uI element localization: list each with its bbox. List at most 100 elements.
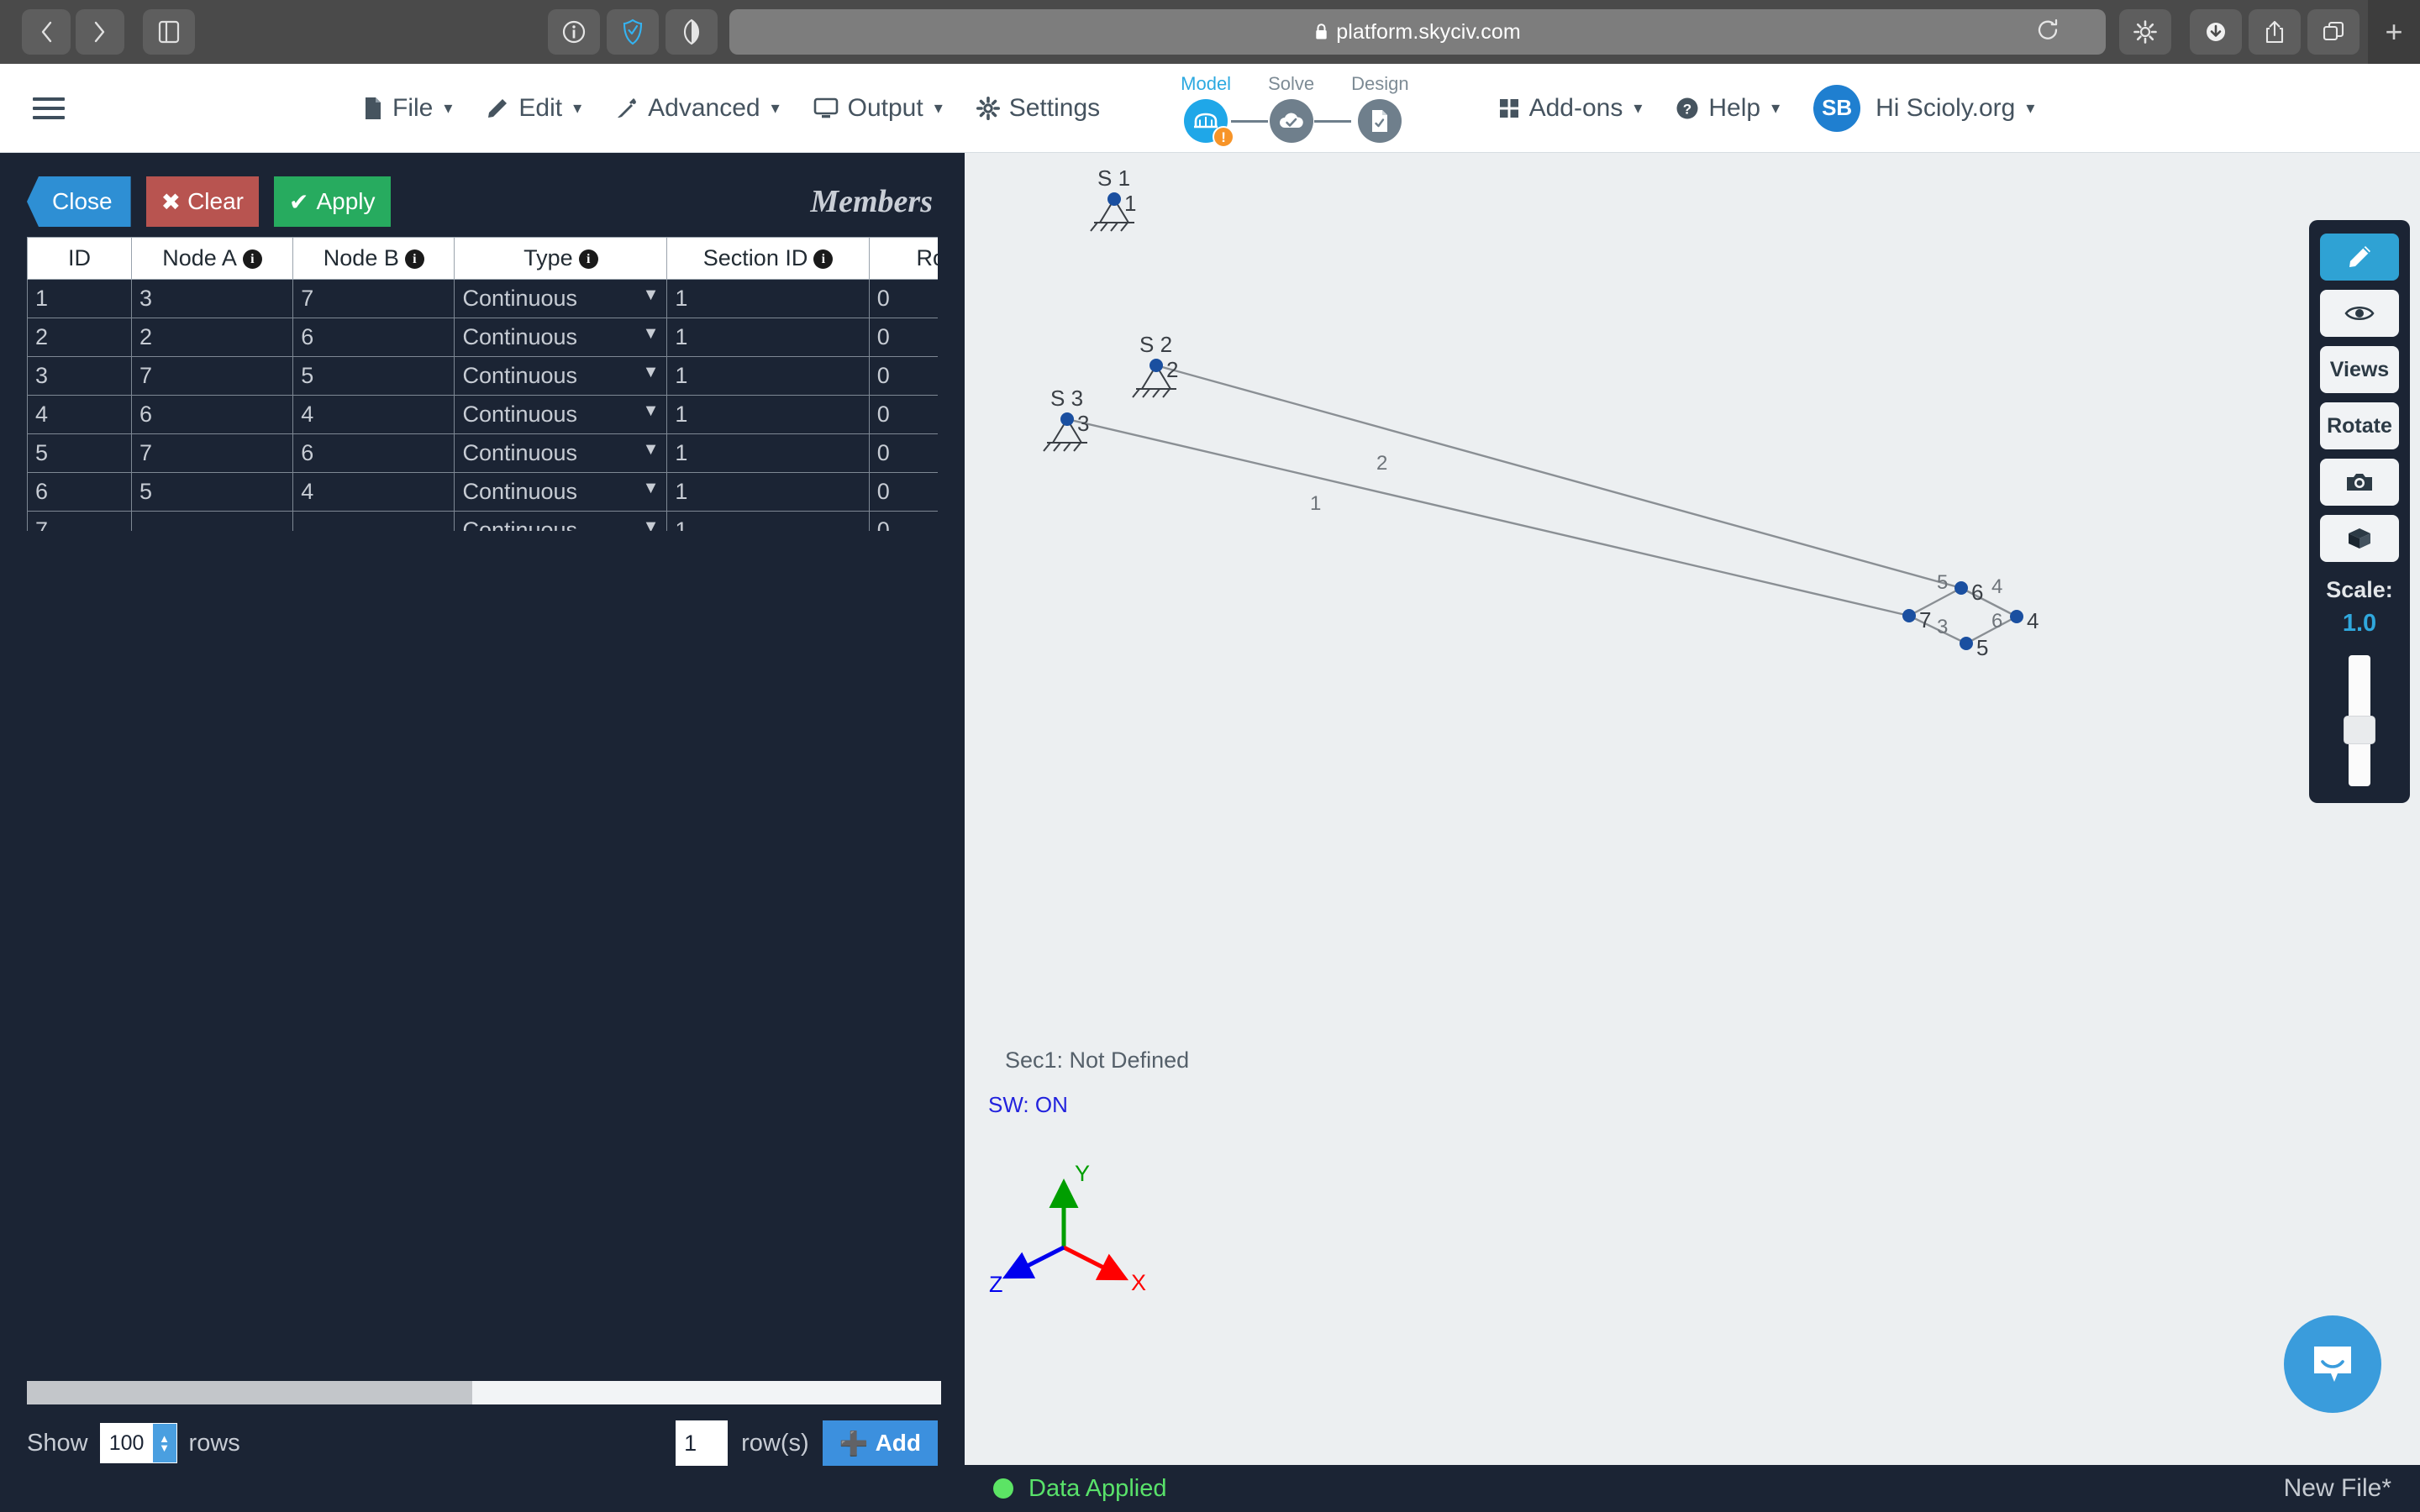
sidebar-toggle-icon[interactable] — [143, 9, 195, 55]
step-model[interactable]: Model ! — [1181, 73, 1235, 148]
cell-type-select[interactable]: Continuous ▼ — [454, 472, 668, 512]
cell-rotation[interactable]: 0 — [868, 511, 938, 531]
cell-node-b[interactable]: 7 — [292, 279, 455, 318]
reader-contrast-icon[interactable] — [666, 9, 718, 55]
visibility-button[interactable] — [2320, 290, 2399, 337]
column-header-node-a[interactable]: Node Ai — [130, 237, 294, 280]
add-row-button[interactable]: ➕ Add — [822, 1420, 938, 1466]
node-marker[interactable] — [1902, 609, 1916, 622]
chevron-down-icon[interactable]: ▼ — [634, 286, 660, 305]
apply-button[interactable]: ✔ Apply — [273, 176, 391, 227]
cell-node-b[interactable]: 6 — [292, 433, 455, 473]
scale-slider[interactable] — [2344, 655, 2375, 787]
page-info-icon[interactable] — [548, 9, 600, 55]
cell-id[interactable]: 3 — [27, 356, 132, 396]
cell-section-id[interactable]: 1 — [666, 318, 870, 357]
cell-type-select[interactable]: Continuous ▼ — [454, 279, 668, 318]
members-table-scroll[interactable]: ID Node Ai Node Bi Typei Section IDi Rot… — [27, 237, 938, 531]
cell-node-a[interactable] — [130, 511, 294, 531]
column-header-section-id[interactable]: Section ID i — [666, 237, 870, 280]
cell-node-a[interactable]: 6 — [130, 395, 294, 434]
info-icon[interactable]: i — [404, 249, 424, 270]
close-button[interactable]: Close — [27, 176, 131, 227]
cell-id[interactable]: 4 — [27, 395, 132, 434]
cell-rotation[interactable]: 0 — [868, 318, 938, 357]
horizontal-scrollbar[interactable] — [27, 1381, 941, 1404]
step-solve[interactable]: Solve — [1268, 73, 1314, 143]
column-header-id[interactable]: ID — [27, 237, 132, 280]
menu-item-output[interactable]: Output ▾ — [813, 94, 943, 123]
row-count-input[interactable]: 1 — [676, 1420, 729, 1466]
show-rows-value[interactable]: 100 — [101, 1424, 153, 1462]
cell-type-select[interactable]: Continuous ▼ — [454, 511, 668, 531]
spinner-arrows-icon[interactable]: ▲ ▼ — [152, 1424, 176, 1462]
cell-type-select[interactable]: Continuous ▼ — [454, 318, 668, 357]
browser-settings-gear-icon[interactable] — [2119, 9, 2171, 55]
cell-type-select[interactable]: Continuous ▼ — [454, 433, 668, 473]
cell-section-id[interactable]: 1 — [666, 395, 870, 434]
cell-id[interactable]: 2 — [27, 318, 132, 357]
member-line[interactable] — [1066, 417, 1910, 617]
cell-type-select[interactable]: Continuous ▼ — [454, 356, 668, 396]
edit-mode-button[interactable] — [2320, 234, 2399, 281]
table-row[interactable]: 464Continuous▼10FFFFFF — [27, 395, 938, 434]
rotate-button[interactable]: Rotate — [2320, 402, 2399, 449]
node-marker[interactable] — [1954, 581, 1968, 595]
cell-id[interactable]: 1 — [27, 279, 132, 318]
user-menu[interactable]: Hi Scioly.org ▾ — [1876, 94, 2034, 123]
menu-item-file[interactable]: File ▾ — [363, 94, 452, 123]
avatar[interactable]: SB — [1813, 84, 1861, 132]
chevron-down-icon[interactable]: ▼ — [634, 440, 660, 459]
clear-button[interactable]: ✖ Clear — [145, 176, 259, 227]
scrollbar-thumb[interactable] — [27, 1381, 472, 1404]
table-row[interactable]: 375Continuous▼10FFFFFF — [27, 356, 938, 396]
cell-node-b[interactable]: 5 — [292, 356, 455, 396]
menu-item-edit[interactable]: Edit ▾ — [486, 94, 581, 123]
member-line[interactable] — [1155, 364, 1962, 590]
cell-rotation[interactable]: 0 — [868, 433, 938, 473]
cell-node-b[interactable]: 6 — [292, 318, 455, 357]
info-icon[interactable]: i — [242, 249, 262, 270]
cell-rotation[interactable]: 0 — [868, 395, 938, 434]
cell-type-select[interactable]: Continuous ▼ — [454, 395, 668, 434]
camera-button[interactable] — [2320, 459, 2399, 506]
duplicate-tabs-icon[interactable] — [2307, 9, 2360, 55]
chevron-down-icon[interactable]: ▼ — [634, 517, 660, 531]
cell-id[interactable]: 5 — [27, 433, 132, 473]
browser-back-button[interactable] — [22, 9, 71, 55]
step-design[interactable]: Design — [1351, 73, 1409, 143]
menu-item-help[interactable]: ? Help ▾ — [1676, 94, 1780, 123]
cell-section-id[interactable]: 1 — [666, 279, 870, 318]
cell-node-a[interactable]: 7 — [130, 356, 294, 396]
cell-node-b[interactable]: 4 — [292, 472, 455, 512]
model-viewport[interactable]: S 11S 22S 334567 123456 Sec1: Not Define… — [965, 153, 2420, 1465]
browser-forward-button[interactable] — [76, 9, 124, 55]
render-3d-button[interactable] — [2320, 515, 2399, 562]
column-header-node-b[interactable]: Node Bi — [292, 237, 455, 280]
cell-node-a[interactable]: 2 — [130, 318, 294, 357]
chevron-down-icon[interactable]: ▼ — [634, 363, 660, 382]
shield-check-icon[interactable] — [607, 9, 659, 55]
menu-item-addons[interactable]: Add-ons ▾ — [1498, 94, 1642, 123]
share-icon[interactable] — [2249, 9, 2301, 55]
table-row[interactable]: 226Continuous▼10FFFFFF — [27, 318, 938, 357]
reload-icon[interactable] — [2035, 18, 2060, 47]
table-row[interactable]: 7Continuous▼10FFFFFF — [27, 511, 938, 531]
views-button[interactable]: Views — [2320, 346, 2399, 393]
member-line[interactable] — [1960, 586, 2018, 618]
node-marker[interactable] — [2010, 610, 2023, 623]
cell-node-b[interactable] — [292, 511, 455, 531]
cell-id[interactable]: 7 — [27, 511, 132, 531]
cell-section-id[interactable]: 1 — [666, 472, 870, 512]
table-row[interactable]: 576Continuous▼10FFFFFF — [27, 433, 938, 473]
cell-rotation[interactable]: 0 — [868, 279, 938, 318]
chevron-down-icon[interactable]: ▼ — [634, 324, 660, 344]
cell-node-a[interactable]: 3 — [130, 279, 294, 318]
show-rows-stepper[interactable]: 100 ▲ ▼ — [99, 1423, 177, 1463]
scale-slider-thumb[interactable] — [2344, 716, 2375, 745]
cell-rotation[interactable]: 0 — [868, 472, 938, 512]
node-marker[interactable] — [1107, 192, 1121, 206]
menu-item-advanced[interactable]: Advanced ▾ — [615, 94, 780, 123]
hamburger-menu-icon[interactable] — [22, 81, 76, 135]
cell-section-id[interactable]: 1 — [666, 356, 870, 396]
